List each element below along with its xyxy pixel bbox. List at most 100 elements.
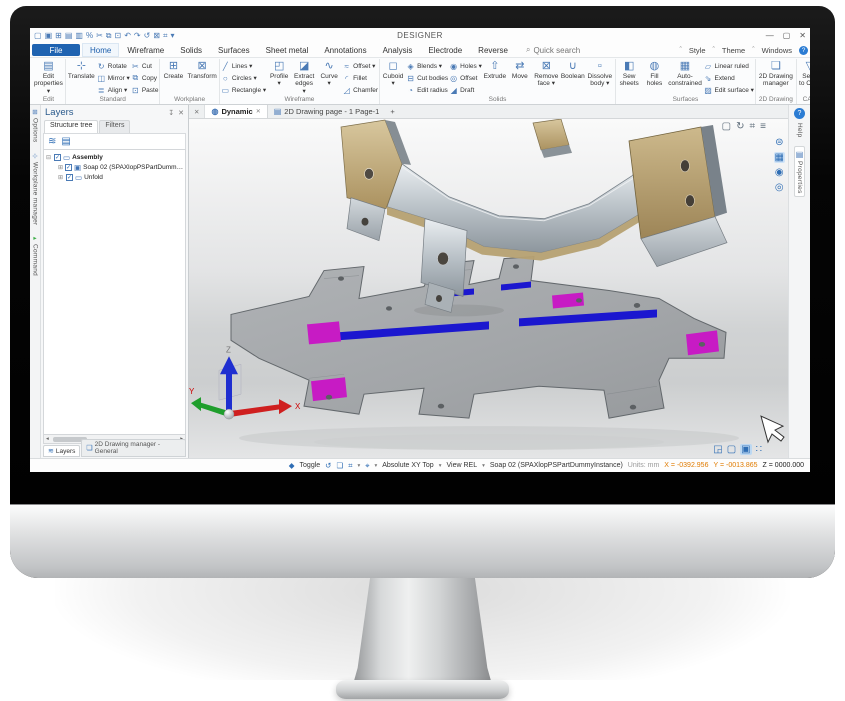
boolean-button[interactable]: ∪ Boolean (561, 59, 585, 80)
tab-analysis[interactable]: Analysis (375, 43, 421, 57)
curve-button[interactable]: ∿ Curve ▾ (317, 59, 341, 88)
undo-all-icon[interactable]: ↺ (144, 31, 151, 41)
send-to-cam-button[interactable]: ▽ Send to CAM (798, 59, 810, 88)
checkbox[interactable]: ✓ (66, 174, 73, 181)
cut-button[interactable]: ✂Cut (131, 60, 159, 72)
quick-search[interactable]: ⌕ (526, 43, 613, 57)
tab-sheet-metal[interactable]: Sheet metal (258, 43, 317, 57)
tab-close-icon[interactable]: ✕ (256, 108, 261, 115)
link-icon[interactable]: % (86, 31, 93, 41)
edit-radius-button[interactable]: ◔Edit radius (406, 84, 448, 96)
remove-face-button[interactable]: ⊠ Remove face ▾ (533, 59, 560, 88)
tree-item-unfold[interactable]: ⊞ ✓ ▭ Unfold (46, 172, 185, 182)
fit-view-icon[interactable]: ⌗ (750, 121, 756, 132)
toggle-diamond-icon[interactable]: ◆ (289, 461, 295, 470)
view-menu-icon[interactable]: ≡ (760, 121, 766, 132)
tab-wireframe[interactable]: Wireframe (119, 43, 172, 57)
expand-icon[interactable]: ⊞ (58, 164, 63, 171)
help-icon[interactable]: ? (799, 46, 808, 55)
open-icon[interactable]: ▣ (45, 31, 53, 41)
help-tab-label[interactable]: Help (796, 123, 803, 138)
doc-tab-dynamic[interactable]: ◍ Dynamic ✕ (205, 105, 267, 118)
multi-view-icon[interactable]: ∷ (756, 444, 762, 455)
import-icon[interactable]: ⊞ (55, 31, 62, 41)
blends-button[interactable]: ◈Blends ▾ (406, 60, 448, 72)
viewport-canvas[interactable]: Z X Y (189, 119, 788, 458)
toggle-label[interactable]: Toggle (300, 462, 321, 469)
minimize-button[interactable]: — (766, 31, 774, 40)
view-cube-icon[interactable]: ▢ (722, 121, 731, 132)
lines-button[interactable]: ╱Lines ▾ (221, 60, 266, 72)
orbit-icon[interactable]: ↻ (736, 121, 744, 132)
tab-structure-tree[interactable]: Structure tree (44, 120, 98, 133)
extend-button[interactable]: ⇘Extend (704, 72, 754, 84)
dropdown-caret-icon[interactable]: ▾ (374, 463, 377, 469)
dropdown-caret-icon[interactable]: ▾ (482, 463, 485, 469)
bottom-tab-layers[interactable]: ≋ Layers (43, 445, 80, 457)
copy-button[interactable]: ⧉Copy (131, 72, 159, 84)
workplane-selector[interactable]: Absolute XY Top (382, 462, 434, 469)
dropdown-caret-icon[interactable]: ▾ (357, 463, 360, 469)
grid-snap-icon[interactable]: ⌗ (348, 461, 352, 471)
3d-viewport[interactable]: Z X Y ▢ ↻ ⌗ ≡ ⊜ ▦ (189, 119, 788, 458)
tab-home[interactable]: Home (82, 43, 119, 57)
tree-item-assembly[interactable]: ⊟ ✓ ▭ Assembly (46, 152, 185, 162)
structure-tree[interactable]: ⊟ ✓ ▭ Assembly ⊞ ✓ ▣ Soap 02 (SPAXlopPSP… (43, 149, 186, 435)
sidebar-tab-workplane-manager[interactable]: ⊹ Workplane manager (32, 153, 39, 226)
qat-more-icon[interactable]: ▾ (171, 31, 175, 41)
workplane-icon[interactable]: ⌗ (163, 31, 168, 41)
rendered-view-icon[interactable]: ▣ (740, 444, 751, 455)
panel-close-icon[interactable]: ✕ (178, 109, 184, 117)
edit-properties-button[interactable]: ▤ Edit properties ▾ (33, 59, 64, 95)
tab-annotations[interactable]: Annotations (316, 43, 374, 57)
style-menu[interactable]: Style (689, 46, 706, 55)
profile-button[interactable]: ◰ Profile ▾ (267, 59, 291, 88)
rectangle-button[interactable]: ▭Rectangle ▾ (221, 84, 266, 96)
checkbox[interactable]: ✓ (65, 164, 72, 171)
close-document-icon[interactable]: ✕ (189, 105, 205, 118)
offset-button[interactable]: ≈Offset ▾ (342, 60, 378, 72)
translate-button[interactable]: ⊹ Translate (67, 59, 96, 80)
cut-bodies-button[interactable]: ⊟Cut bodies (406, 72, 448, 84)
clipboard-icon[interactable]: ❏ (336, 461, 343, 470)
windows-menu[interactable]: Windows (762, 46, 792, 55)
dissolve-body-button[interactable]: ▫ Dissolve body ▾ (586, 59, 614, 88)
tab-surfaces[interactable]: Surfaces (210, 43, 258, 57)
checkbox[interactable]: ✓ (54, 154, 61, 161)
refresh-icon[interactable]: ↺ (325, 461, 331, 470)
tab-filters[interactable]: Filters (99, 120, 130, 133)
sew-sheets-button[interactable]: ◧ Sew sheets (617, 59, 642, 88)
delete-icon[interactable]: ⊠ (153, 31, 160, 41)
shaded-view-icon[interactable]: ▢ (727, 444, 736, 455)
auto-constrained-button[interactable]: ▦ Auto-constrained (667, 59, 702, 88)
visibility-icon[interactable]: ◉ (775, 167, 784, 178)
fillet-button[interactable]: ◜Fillet (342, 72, 378, 84)
holes-button[interactable]: ◉Holes ▾ (449, 60, 482, 72)
tab-file[interactable]: File (32, 44, 80, 56)
align-button[interactable]: ≣Align ▾ (97, 84, 130, 96)
save-icon[interactable]: ▤ (65, 31, 73, 41)
close-button[interactable]: ✕ (799, 31, 806, 40)
collapse-icon[interactable]: ⊟ (46, 154, 52, 161)
edit-surface-button[interactable]: ▨Edit surface ▾ (704, 84, 754, 96)
circles-button[interactable]: ○Circles ▾ (221, 72, 266, 84)
offset-solid-button[interactable]: ◎Offset (449, 72, 482, 84)
cut-icon[interactable]: ✂ (96, 31, 103, 41)
grid-icon[interactable]: ▦ (774, 152, 785, 163)
dropdown-caret-icon[interactable]: ▾ (439, 463, 442, 469)
pin-icon[interactable]: ↧ (168, 109, 174, 117)
capture-icon[interactable]: ◲ (713, 444, 722, 455)
2d-drawing-manager-button[interactable]: ❏ 2D Drawing manager (757, 59, 795, 88)
draft-button[interactable]: ◢Draft (449, 84, 482, 96)
extract-edges-button[interactable]: ◪ Extract edges ▾ (292, 59, 316, 95)
tab-electrode[interactable]: Electrode (420, 43, 470, 57)
maximize-button[interactable]: ▢ (783, 31, 791, 40)
theme-menu[interactable]: Theme (722, 46, 745, 55)
scroll-left-icon[interactable]: ◂ (44, 436, 51, 442)
layer-states-icon[interactable]: ≋ (48, 136, 56, 148)
mirror-button[interactable]: ◫Mirror ▾ (97, 72, 130, 84)
help-icon[interactable]: ? (794, 108, 805, 119)
snap-icon[interactable]: ⌖ (365, 461, 369, 471)
sidebar-tab-properties[interactable]: ▤ Properties (794, 146, 806, 198)
tree-item-soap-02[interactable]: ⊞ ✓ ▣ Soap 02 (SPAXlopPSPartDummyInstanc… (46, 162, 185, 172)
